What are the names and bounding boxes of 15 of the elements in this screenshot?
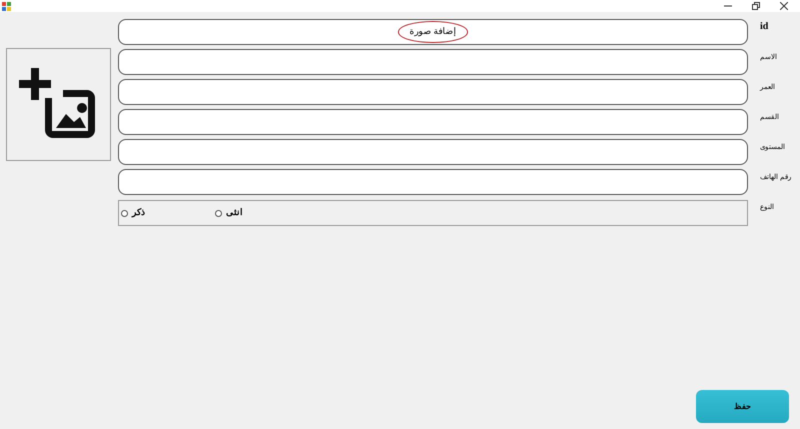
text-field[interactable] [118,49,748,75]
text-field[interactable] [118,169,748,195]
text-field[interactable] [118,139,748,165]
text-field[interactable] [118,109,748,135]
field-label: id [760,20,768,34]
add-image-box[interactable] [6,48,111,161]
text-field[interactable]: إضافة صورة [118,19,748,45]
restore-icon[interactable] [752,2,760,10]
add-image-text: إضافة صورة [398,21,468,43]
radio-option[interactable]: ذكر [121,206,145,220]
save-button[interactable]: حفظ [696,390,789,423]
text-field[interactable] [118,79,748,105]
app-icon [2,2,11,10]
radio-option[interactable]: انثى [215,206,243,220]
close-icon[interactable] [780,2,788,10]
